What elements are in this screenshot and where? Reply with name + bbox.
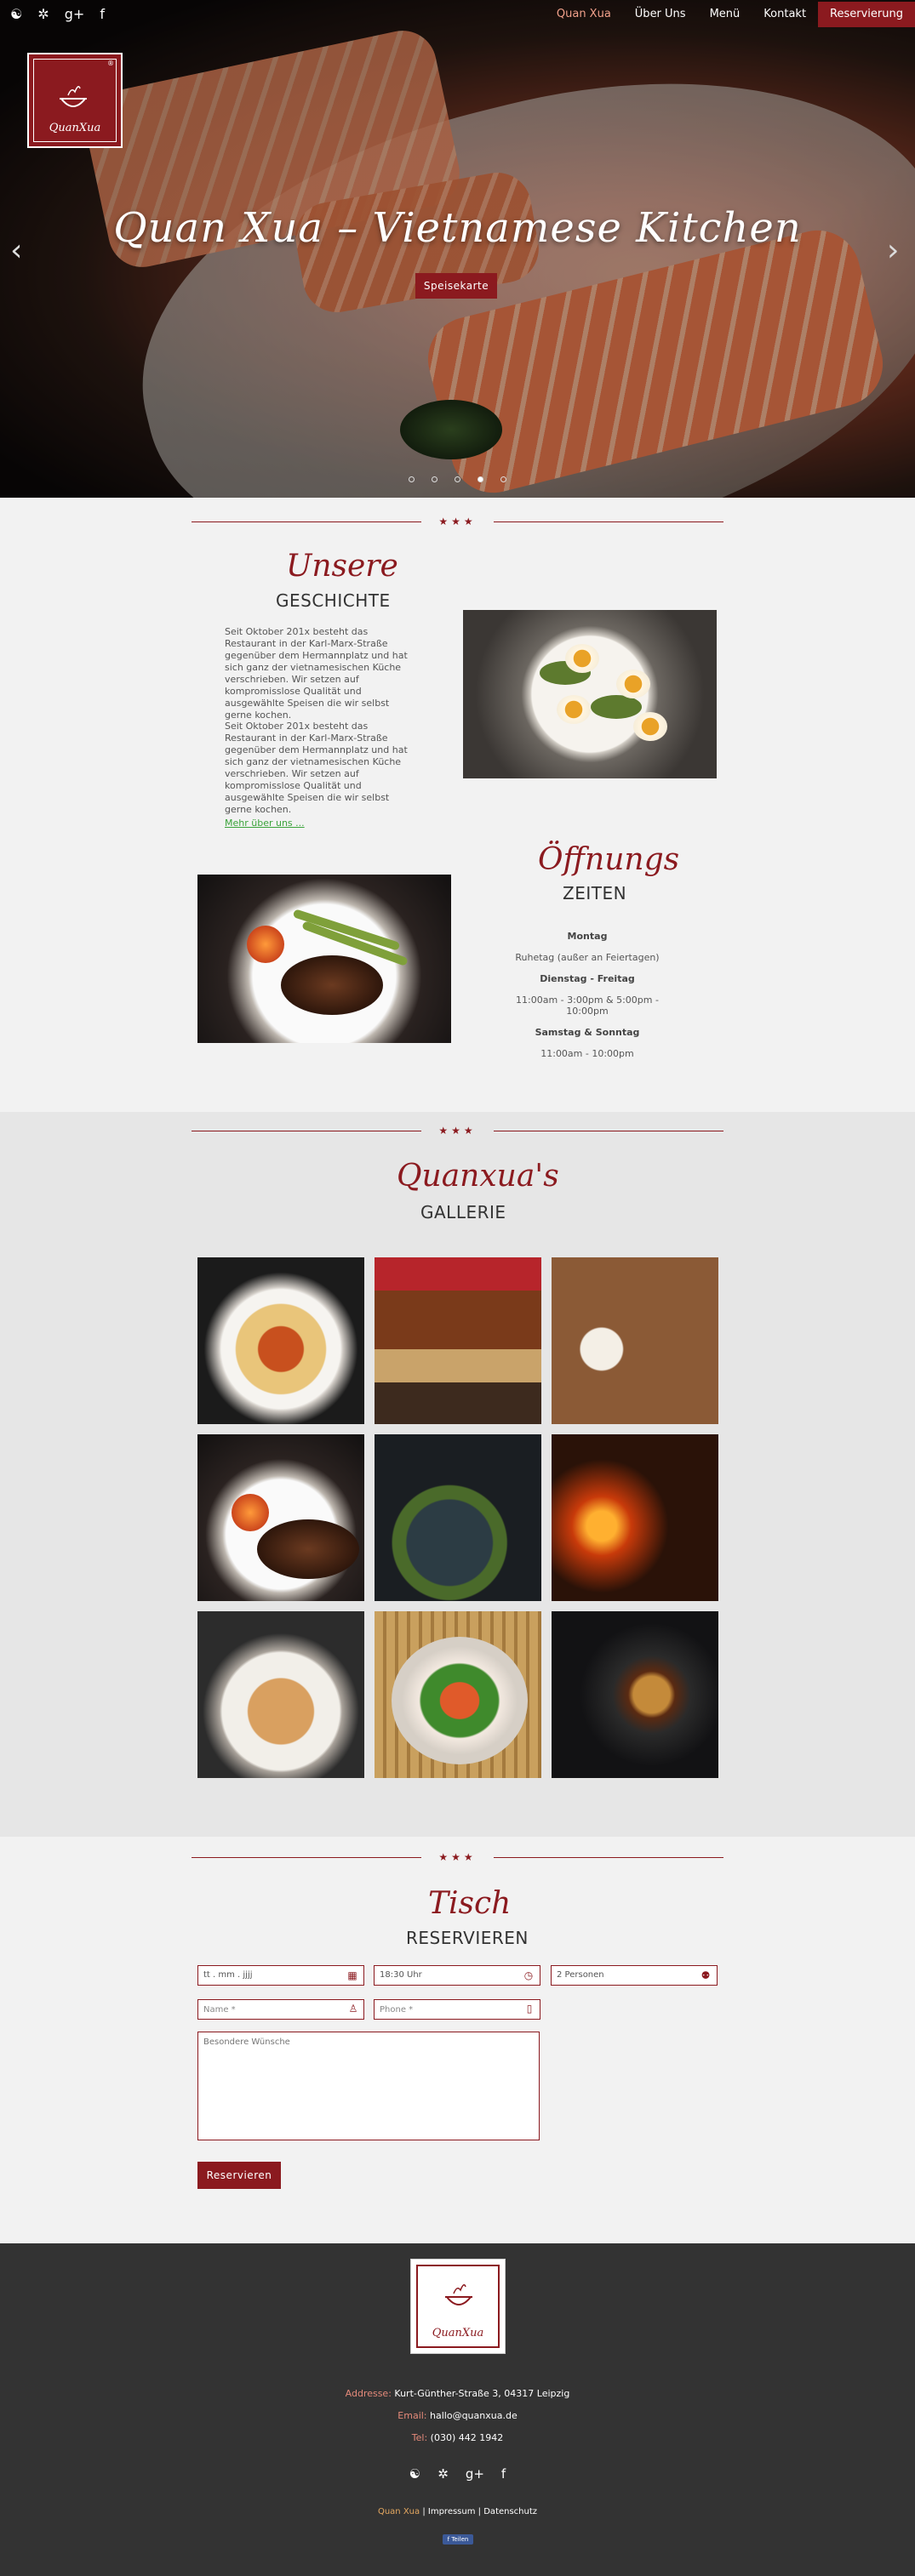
gallery-image-spaghetti-fork[interactable] [197, 1611, 364, 1778]
slider-dots [0, 476, 915, 482]
section-divider: ★★★ [192, 1125, 723, 1137]
footer-logo[interactable]: QuanXua [410, 2259, 506, 2354]
gallery-heading: GALLERIE [420, 1202, 506, 1222]
gallery-image-salad[interactable] [375, 1611, 541, 1778]
footer-email: Email: hallo@quanxua.de [397, 2410, 518, 2421]
social-links: ☯ ✲ g+ f [10, 5, 105, 24]
name-input[interactable] [197, 1999, 364, 2020]
steak-photo [197, 875, 451, 1043]
hours-day: Dienstag - Freitag [540, 973, 635, 984]
story-heading: GESCHICHTE [276, 590, 391, 611]
nav-item-reservierung[interactable]: Reservierung [818, 2, 915, 27]
reservation-heading: RESERVIEREN [406, 1928, 529, 1948]
google-plus-icon[interactable]: g+ [65, 5, 85, 24]
story-paragraph: Seit Oktober 201x besteht das Restaurant… [225, 626, 408, 721]
hours-heading-script: Öffnungs [538, 842, 680, 877]
slider-prev-arrow-icon[interactable]: ‹ [10, 233, 22, 268]
site-logo[interactable]: QuanXua ® [27, 53, 123, 148]
slider-dot-active[interactable] [478, 476, 483, 482]
gallery-image-burger[interactable] [375, 1257, 541, 1424]
reservation-heading-script: Tisch [428, 1886, 512, 1921]
phone-input[interactable] [374, 1999, 540, 2020]
phone-icon: ▯ [526, 2003, 533, 2015]
reserve-button[interactable]: Reservieren [197, 2162, 281, 2189]
hours-time: 11:00am - 10:00pm [540, 1048, 634, 1059]
date-input[interactable]: tt . mm . jjjj ▦ [197, 1965, 364, 1986]
facebook-icon[interactable]: f [501, 2466, 506, 2482]
slider-dot[interactable] [455, 476, 460, 482]
facebook-share-button[interactable]: f Teilen [443, 2534, 473, 2545]
footer-address: Addresse: Kurt-Günther-Straße 3, 04317 L… [345, 2388, 570, 2399]
user-icon: ♙ [348, 2003, 358, 2015]
gallery-image-noodles[interactable] [375, 1434, 541, 1601]
gallery-image-steak[interactable] [197, 1434, 364, 1601]
reservation-section: ★★★ Tisch RESERVIEREN tt . mm . jjjj ▦ 1… [0, 1837, 915, 2243]
facebook-icon[interactable]: f [100, 5, 105, 24]
registered-mark: ® [107, 60, 114, 67]
eggs-avocado-photo [463, 610, 717, 778]
slider-dot[interactable] [432, 476, 437, 482]
tripadvisor-icon[interactable]: ☯ [10, 5, 22, 24]
hours-day: Samstag & Sonntag [535, 1027, 640, 1038]
hours-time: 11:00am - 3:00pm & 5:00pm - 10:00pm [516, 994, 659, 1017]
hours-day: Montag [567, 931, 608, 942]
gallery-grid [197, 1257, 718, 1778]
logo-text: QuanXua [49, 122, 101, 134]
time-input[interactable]: 18:30 Uhr ◷ [374, 1965, 540, 1986]
opening-hours: Montag Ruhetag (außer an Feiertagen) Die… [494, 920, 681, 1059]
calendar-icon: ▦ [347, 1969, 357, 1981]
footer-phone: Tel: (030) 442 1942 [411, 2432, 504, 2443]
about-section: ★★★ Unsere GESCHICHTE Seit Oktober 201x … [0, 498, 915, 1112]
people-icon: ⚉ [701, 1969, 711, 1981]
bowl-icon [59, 86, 88, 107]
yelp-icon[interactable]: ✲ [437, 2466, 449, 2482]
section-divider: ★★★ [192, 1851, 723, 1863]
footer-social-links: ☯ ✲ g+ f [0, 2466, 915, 2482]
section-divider: ★★★ [192, 516, 723, 527]
email-link[interactable]: hallo@quanxua.de [430, 2410, 518, 2421]
nav-item-menue[interactable]: Menü [698, 2, 752, 27]
gallery-image-spaghetti[interactable] [197, 1257, 364, 1424]
story-heading-script: Unsere [286, 549, 398, 584]
hours-heading: ZEITEN [563, 883, 627, 903]
main-menu: Quan Xua Über Uns Menü Kontakt Reservier… [545, 2, 915, 27]
hero-slider: QuanXua ® Quan Xua – Vietnamese Kitchen … [0, 0, 915, 498]
more-about-link[interactable]: Mehr über uns ... [225, 818, 305, 829]
yelp-icon[interactable]: ✲ [37, 5, 49, 24]
gallery-image-burger-dark[interactable] [552, 1611, 718, 1778]
hero-title: Quan Xua – Vietnamese Kitchen [113, 204, 802, 252]
google-plus-icon[interactable]: g+ [466, 2466, 484, 2482]
story-paragraph: Seit Oktober 201x besteht das Restaurant… [225, 721, 408, 815]
nav-item-quan-xua[interactable]: Quan Xua [545, 2, 623, 27]
gallery-image-breakfast[interactable] [552, 1257, 718, 1424]
slider-dot[interactable] [409, 476, 415, 482]
gallery-image-flaming-pots[interactable] [552, 1434, 718, 1601]
persons-select[interactable]: 2 Personen ⚉ [551, 1965, 718, 1986]
slider-next-arrow-icon[interactable]: › [887, 233, 899, 268]
impressum-link[interactable]: Impressum [428, 2507, 476, 2516]
special-wishes-textarea[interactable] [197, 2032, 540, 2140]
nav-item-kontakt[interactable]: Kontakt [752, 2, 818, 27]
gallery-heading-script: Quanxua's [397, 1159, 559, 1194]
top-navigation: ☯ ✲ g+ f Quan Xua Über Uns Menü Kontakt … [0, 0, 915, 31]
slider-dot[interactable] [500, 476, 506, 482]
gallery-section: ★★★ Quanxua's GALLERIE [0, 1112, 915, 1837]
datenschutz-link[interactable]: Datenschutz [483, 2507, 537, 2516]
tripadvisor-icon[interactable]: ☯ [409, 2466, 420, 2482]
nav-item-ueber-uns[interactable]: Über Uns [623, 2, 698, 27]
bowl-icon [444, 2284, 473, 2305]
footer-links: Quan Xua | Impressum | Datenschutz [377, 2507, 538, 2516]
footer-brand-link[interactable]: Quan Xua [378, 2507, 420, 2516]
phone-link[interactable]: (030) 442 1942 [431, 2432, 504, 2443]
logo-text: QuanXua [432, 2327, 484, 2339]
hours-time: Ruhetag (außer an Feiertagen) [515, 952, 660, 963]
speisekarte-button[interactable]: Speisekarte [415, 273, 497, 299]
clock-icon: ◷ [523, 1969, 534, 1981]
footer: QuanXua Addresse: Kurt-Günther-Straße 3,… [0, 2243, 915, 2576]
